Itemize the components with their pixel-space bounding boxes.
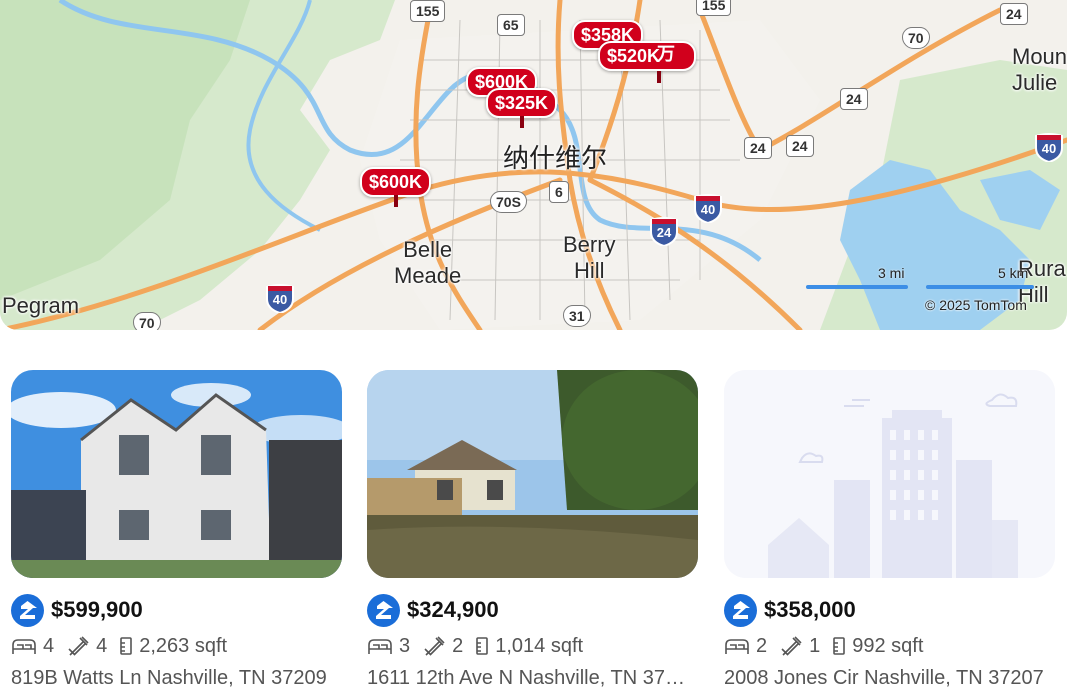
scale-bar-metric — [926, 285, 1034, 289]
price-pin[interactable]: $520K 万 — [598, 41, 697, 83]
listing-price: $358,000 — [764, 597, 856, 622]
cottage-photo — [367, 370, 698, 578]
placeholder-building-icon — [724, 370, 1055, 578]
listing-address[interactable]: 819B Watts Ln Nashville, TN 37209 — [11, 667, 336, 690]
bath-icon — [781, 636, 802, 656]
scale-bar-imperial — [806, 285, 908, 289]
sqft-icon — [476, 637, 489, 655]
price-pin-label: $520K — [598, 41, 697, 71]
listing-beds: 2 — [756, 634, 768, 657]
listing-price: $599,900 — [51, 597, 143, 622]
listing-address[interactable]: 2008 Jones Cir Nashville, TN 37207 — [724, 667, 1049, 690]
listing-card[interactable]: $324,900 3 2 1,014 sqft 1611 12th Ave N … — [367, 370, 698, 690]
zillow-logo-icon — [724, 593, 757, 627]
listing-card[interactable]: $358,000 2 1 992 sqft 2008 Jones Cir Nas… — [724, 370, 1055, 690]
listing-beds: 3 — [399, 634, 411, 657]
price-pin-label: $600K — [360, 167, 432, 197]
bath-icon — [68, 636, 89, 656]
route-shield: 6 — [549, 181, 569, 203]
bath-icon — [424, 636, 445, 656]
price-pin-label: $325K — [486, 88, 558, 118]
interstate-shield: 40 — [693, 193, 723, 225]
bed-icon — [725, 639, 749, 654]
route-shield: 31 — [563, 305, 591, 327]
listing-photo[interactable] — [724, 370, 1055, 578]
listing-baths: 4 — [96, 634, 108, 657]
bed-icon — [12, 639, 36, 654]
scale-metric: 5 km — [998, 265, 1029, 281]
sqft-icon — [120, 637, 133, 655]
interstate-shield: 24 — [649, 216, 679, 248]
price-pin-overflow-label: 万 — [657, 44, 675, 64]
route-shield: 24 — [840, 88, 868, 110]
townhouse-photo — [11, 370, 342, 578]
bed-icon — [368, 639, 392, 654]
route-shield: 70 — [133, 312, 161, 330]
scale-imperial: 3 mi — [878, 265, 905, 281]
route-shield: 24 — [744, 137, 772, 159]
listing-price: $324,900 — [407, 597, 499, 622]
sqft-icon — [833, 637, 846, 655]
interstate-shield: 40 — [265, 283, 295, 315]
route-shield: 155 — [410, 0, 446, 22]
listing-photo[interactable] — [367, 370, 698, 578]
listing-address[interactable]: 1611 12th Ave N Nashville, TN 37208 — [367, 667, 692, 690]
listing-photo[interactable] — [11, 370, 342, 578]
place-label-berry-hill: Berry Hill — [563, 232, 616, 284]
listing-baths: 1 — [809, 634, 821, 657]
city-label: 纳什维尔 — [503, 143, 608, 173]
zillow-logo-icon — [367, 593, 400, 627]
zillow-logo-icon — [11, 593, 44, 627]
price-pin[interactable]: $325K — [486, 88, 558, 128]
route-shield: 24 — [786, 135, 814, 157]
listing-sqft: 1,014 sqft — [495, 634, 584, 657]
listing-sqft: 992 sqft — [852, 634, 924, 657]
map-attribution: © 2025 TomTom — [925, 297, 1027, 313]
place-label-pegram: Pegram — [2, 293, 80, 318]
price-pin[interactable]: $600K — [360, 167, 432, 207]
route-shield: 70S — [490, 191, 527, 213]
listing-card[interactable]: $599,900 4 4 2,263 sqft 819B Watts Ln Na… — [11, 370, 342, 690]
listing-baths: 2 — [452, 634, 464, 657]
listing-beds: 4 — [43, 634, 55, 657]
place-label-mount-juliet: Moun Julie — [1012, 44, 1067, 96]
listing-sqft: 2,263 sqft — [139, 634, 228, 657]
map-view[interactable]: 155 65 155 24 70 24 24 24 70S 6 31 70 40… — [0, 0, 1067, 330]
place-label-belle-meade: Belle Meade — [394, 237, 462, 289]
route-shield: 155 — [696, 0, 732, 16]
route-shield: 65 — [497, 14, 525, 36]
route-shield: 70 — [902, 27, 930, 49]
interstate-shield: 40 — [1034, 132, 1064, 164]
route-shield: 24 — [1000, 3, 1028, 25]
